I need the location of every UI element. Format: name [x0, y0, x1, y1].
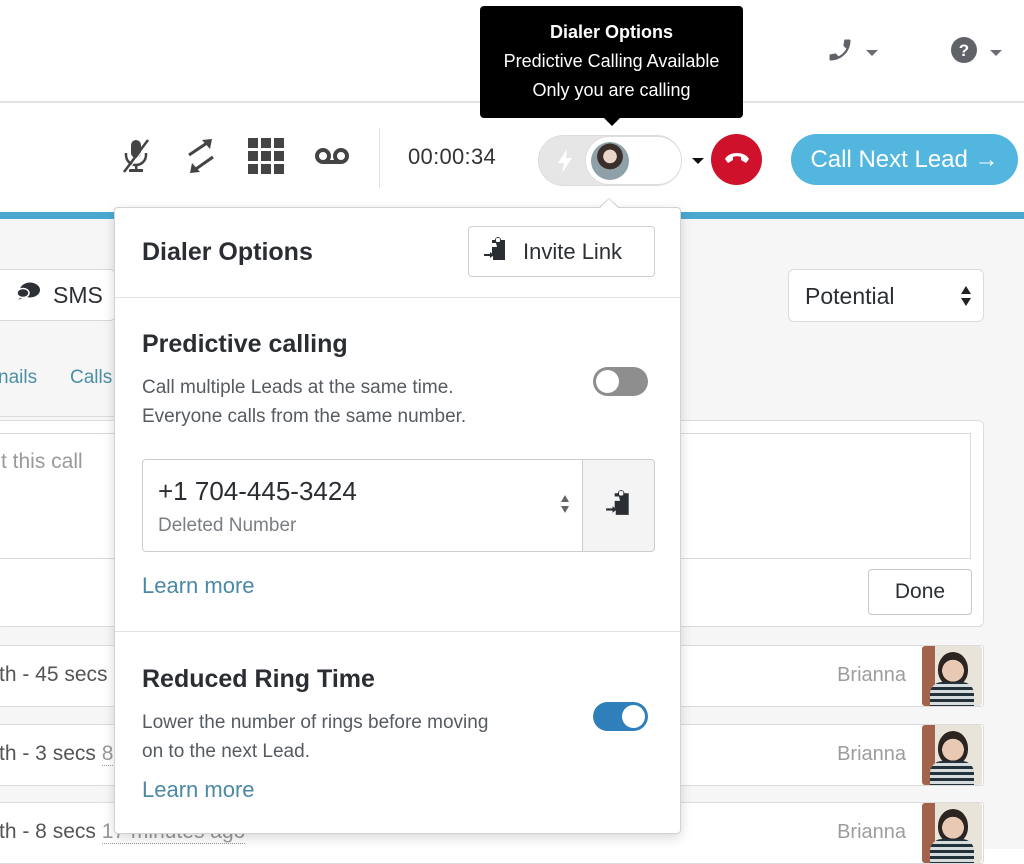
outbound-number-select[interactable]: +1 704-445-3424 Deleted Number	[142, 459, 583, 552]
lightning-bolt-icon	[557, 149, 573, 178]
tabs-divider	[0, 416, 120, 417]
user-avatar	[922, 725, 982, 785]
transfer-icon	[186, 138, 216, 179]
selected-phone-number: +1 704-445-3424	[158, 476, 357, 506]
description-line: Lower the number of rings before moving	[142, 712, 489, 733]
help-menu-button[interactable]: ?	[950, 36, 1002, 69]
clipboard-import-icon	[605, 489, 633, 522]
svg-text:?: ?	[959, 41, 969, 60]
voicemail-button[interactable]	[312, 138, 352, 178]
ring-time-learn-more-link[interactable]: Learn more	[142, 777, 255, 803]
predictive-calling-toggle[interactable]	[593, 367, 648, 396]
call-next-lead-button[interactable]: Call Next Lead →	[791, 134, 1018, 185]
chevron-down-icon	[990, 49, 1002, 56]
sms-button[interactable]: SMS	[0, 269, 116, 321]
help-circle-icon: ?	[950, 36, 978, 69]
phone-menu-button[interactable]	[826, 36, 878, 69]
toggle-knob	[596, 370, 619, 393]
call-user-name: Brianna	[837, 821, 906, 843]
hangup-icon	[723, 150, 751, 169]
user-avatar	[922, 803, 982, 863]
clipboard-import-icon	[483, 236, 509, 268]
tooltip-title: Dialer Options	[549, 22, 674, 42]
description-line: Call multiple Leads at the same time.	[142, 377, 454, 398]
user-avatar	[922, 646, 982, 706]
call-duration: th - 3 secs	[0, 742, 96, 765]
reduced-ring-time-toggle[interactable]	[593, 702, 648, 731]
reduced-ring-time-description: Lower the number of rings before moving …	[142, 708, 488, 766]
call-timer: 00:00:34	[408, 144, 497, 169]
tooltip-line: Only you are calling	[532, 80, 691, 100]
mute-button[interactable]	[116, 138, 156, 178]
invite-link-button[interactable]: Invite Link	[468, 226, 655, 277]
tab-emails[interactable]: nails	[0, 367, 37, 389]
copy-number-button[interactable]	[582, 459, 655, 552]
call-user-name: Brianna	[837, 664, 906, 686]
voicemail-icon	[314, 147, 350, 170]
call-bar-divider	[379, 128, 380, 188]
dialpad-button[interactable]	[246, 137, 286, 179]
predictive-calling-description: Call multiple Leads at the same time. Ev…	[142, 373, 466, 431]
popover-divider	[115, 297, 680, 298]
mute-microphone-icon	[120, 138, 152, 179]
tooltip-line: Predictive Calling Available	[503, 51, 720, 71]
call-duration: th - 8 secs	[0, 820, 96, 843]
phone-number-label: Deleted Number	[158, 515, 297, 536]
status-select-value: Potential	[805, 283, 895, 309]
description-line: on to the next Lead.	[142, 741, 310, 762]
user-avatar	[591, 142, 629, 180]
lead-status-select[interactable]: Potential	[788, 269, 984, 322]
invite-link-label: Invite Link	[523, 238, 623, 264]
dialpad-icon	[248, 137, 284, 179]
call-summary: th - 3 secs 8	[0, 742, 114, 766]
call-duration: th - 45 secs	[0, 663, 108, 686]
phone-icon	[826, 36, 854, 69]
dialer-options-popover: Dialer Options Invite Link Predictive ca…	[114, 198, 681, 834]
predictive-calling-title: Predictive calling	[142, 330, 348, 358]
chevron-down-icon	[692, 158, 704, 164]
select-arrows-icon	[960, 284, 972, 314]
chevron-down-icon	[866, 49, 878, 56]
reduced-ring-time-title: Reduced Ring Time	[142, 665, 375, 693]
select-arrows-icon	[560, 494, 570, 519]
dialer-user-selector[interactable]	[585, 136, 704, 185]
hangup-button[interactable]	[711, 134, 762, 185]
predictive-learn-more-link[interactable]: Learn more	[142, 573, 255, 599]
done-button[interactable]: Done	[868, 569, 972, 615]
tab-calls[interactable]: Calls	[70, 367, 112, 389]
transfer-button[interactable]	[181, 138, 221, 178]
dialer-options-toggle[interactable]	[538, 135, 704, 186]
toggle-knob	[622, 705, 645, 728]
chat-bubbles-icon	[15, 281, 41, 309]
description-line: Everyone calls from the same number.	[142, 406, 467, 427]
popover-divider	[115, 631, 680, 632]
call-user-name: Brianna	[837, 743, 906, 765]
call-summary: th - 45 secs	[0, 663, 108, 687]
dialer-options-tooltip: Dialer Options Predictive Calling Availa…	[480, 6, 743, 126]
call-time: 8	[101, 742, 114, 766]
popover-title: Dialer Options	[142, 238, 313, 266]
sms-label: SMS	[53, 281, 103, 308]
